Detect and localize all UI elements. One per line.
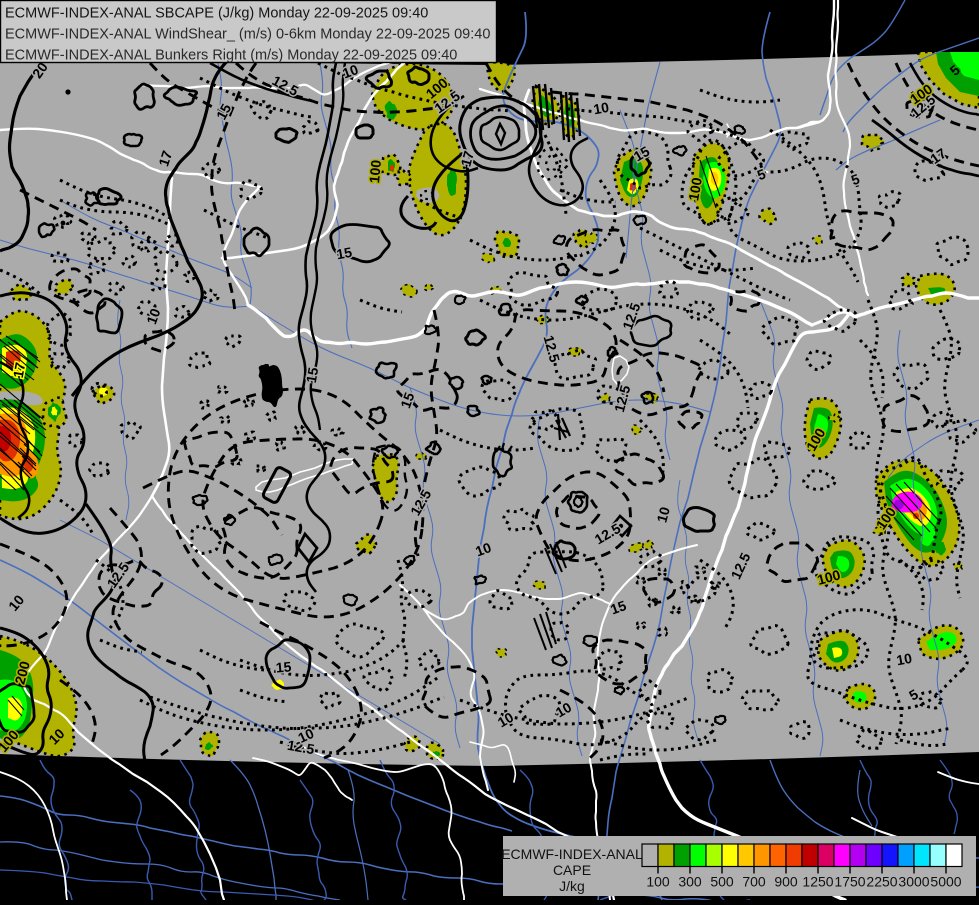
svg-text:ECMWF-INDEX-ANAL SBCAPE (J/kg): ECMWF-INDEX-ANAL SBCAPE (J/kg) Monday 22… (5, 6, 428, 22)
svg-text:5000: 5000 (930, 874, 961, 890)
svg-text:2250: 2250 (866, 874, 897, 890)
svg-text:500: 500 (710, 874, 734, 890)
svg-text:1750: 1750 (834, 874, 865, 890)
svg-text:900: 900 (774, 874, 798, 890)
svg-text:15: 15 (303, 366, 321, 384)
svg-text:700: 700 (742, 874, 766, 890)
svg-text:1250: 1250 (802, 874, 833, 890)
svg-text:15: 15 (275, 658, 292, 675)
svg-text:10: 10 (592, 99, 610, 117)
svg-text:100: 100 (646, 874, 670, 890)
svg-text:ECMWF-INDEX-ANAL: ECMWF-INDEX-ANAL (501, 846, 643, 862)
svg-text:ECMWF-INDEX-ANAL Bunkers Right: ECMWF-INDEX-ANAL Bunkers Right (m/s) Mon… (5, 48, 457, 64)
svg-text:100: 100 (366, 159, 384, 184)
svg-text:ECMWF-INDEX-ANAL WindShear_ (m: ECMWF-INDEX-ANAL WindShear_ (m/s) 0-6km … (5, 27, 490, 43)
svg-text:J/kg: J/kg (559, 878, 585, 894)
svg-text:3000: 3000 (898, 874, 929, 890)
svg-text:CAPE: CAPE (553, 862, 591, 878)
svg-text:300: 300 (678, 874, 702, 890)
svg-text:10: 10 (895, 650, 913, 668)
svg-text:17: 17 (10, 361, 28, 379)
svg-text:15: 15 (335, 244, 353, 262)
